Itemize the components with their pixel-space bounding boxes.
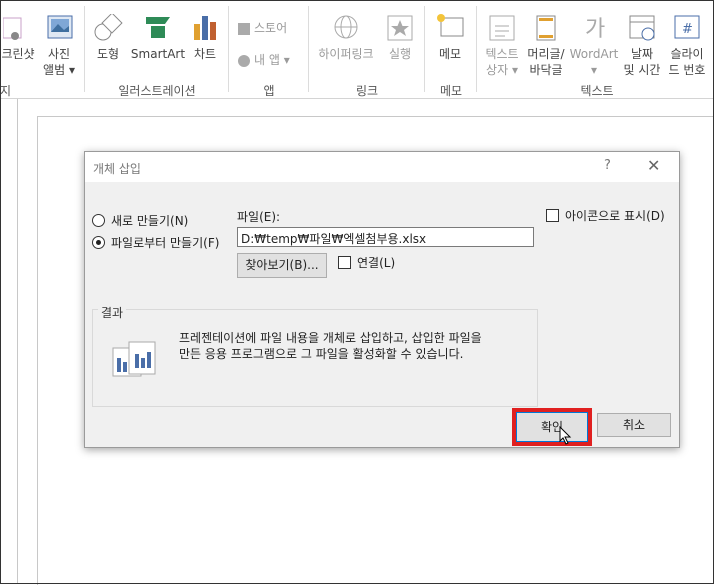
globe-icon (334, 15, 358, 39)
link-checkbox-label[interactable]: 연결(L) (357, 254, 395, 271)
dialog-titlebar: 개체 삽입 ? ✕ (85, 152, 679, 182)
hyperlink-button[interactable]: 하이퍼링크 (312, 14, 380, 62)
store-button[interactable]: 스토어 (238, 20, 287, 36)
file-path-input[interactable]: D:₩temp₩파일₩엑셀첨부용.xlsx (237, 227, 534, 247)
thumbnail-pane-edge (17, 99, 18, 584)
radio-create-new[interactable] (92, 214, 105, 227)
dialog-title: 개체 삽입 (93, 162, 141, 176)
screenshot-label: 크린샷 (1, 47, 35, 61)
header-footer-label-2: 바닥글 (529, 63, 563, 77)
photo-album-label-2: 앨범 ▾ (43, 63, 75, 77)
smartart-label: SmartArt (130, 47, 186, 61)
wordart-button[interactable]: 가 WordArt ▾ (568, 14, 620, 78)
group-label-apps: 앱 (263, 84, 275, 98)
date-time-label-1: 날짜 (630, 47, 654, 61)
shapes-icon (94, 14, 123, 41)
group-label-links: 링크 (355, 84, 379, 98)
help-button[interactable]: ? (604, 158, 611, 173)
comment-icon (437, 14, 464, 37)
star-icon (387, 15, 413, 41)
separator (476, 6, 477, 92)
slide-number-label-2: 드 번호 (668, 63, 706, 77)
screenshot-icon (3, 17, 22, 40)
mouse-pointer-icon (559, 426, 572, 445)
wordart-dropdown: ▾ (590, 63, 598, 77)
date-time-label-2: 및 시간 (623, 63, 661, 77)
display-as-icon-checkbox[interactable] (546, 209, 559, 222)
comment-button[interactable]: 메모 (432, 14, 468, 62)
wordart-icon: 가 (585, 17, 605, 42)
hyperlink-label: 하이퍼링크 (318, 47, 374, 61)
insert-object-dialog: 개체 삽입 ? ✕ 새로 만들기(N) 파일로부터 만들기(F) 파일(E): … (84, 151, 680, 448)
header-footer-label-1: 머리글/ (527, 47, 565, 61)
my-apps-icon (238, 54, 250, 67)
photo-album-label-1: 사진 (47, 47, 71, 61)
chart-icon (194, 16, 216, 40)
display-as-icon-label[interactable]: 아이콘으로 표시(D) (565, 207, 665, 224)
group-label-text: 텍스트 (580, 84, 614, 98)
radio-create-from-file-label[interactable]: 파일로부터 만들기(F) (111, 234, 219, 251)
date-time-button[interactable]: 날짜 및 시간 (620, 14, 664, 78)
separator (84, 6, 85, 92)
photo-album-button[interactable]: 사진 앨범 ▾ (38, 14, 80, 78)
calendar-icon (629, 15, 655, 41)
smartart-button[interactable]: SmartArt (130, 14, 186, 62)
shapes-button[interactable]: 도형 (90, 14, 126, 62)
radio-create-new-label[interactable]: 새로 만들기(N) (111, 212, 188, 229)
cancel-button[interactable]: 취소 (597, 413, 671, 437)
header-footer-button[interactable]: 머리글/ 바닥글 (524, 14, 568, 78)
group-label-illustrations: 일러스트레이션 (118, 84, 196, 98)
smartart-icon (146, 17, 170, 38)
svg-text:#: # (682, 22, 693, 37)
header-footer-icon (536, 15, 556, 41)
action-button[interactable]: 실행 (382, 14, 418, 62)
ribbon-insert-tab: 크린샷 사진 앨범 ▾ 도형 SmartArt 차트 스토어 내 앱 ▾ 하이퍼… (0, 0, 714, 99)
photo-album-icon (47, 15, 73, 39)
wordart-label: WordArt (569, 47, 619, 61)
shapes-label: 도형 (96, 47, 120, 61)
slide-number-icon: # (674, 15, 700, 39)
result-group-title: 결과 (98, 304, 127, 321)
textbox-label-1: 텍스트 (485, 47, 519, 61)
separator (308, 6, 309, 92)
chart-button[interactable]: 차트 (188, 14, 222, 62)
radio-create-from-file[interactable] (92, 236, 105, 249)
textbox-button[interactable]: 텍스트 상자 ▾ (480, 14, 524, 78)
file-field-label: 파일(E): (237, 210, 281, 224)
ok-button-highlight (512, 408, 592, 446)
browse-button[interactable]: 찾아보기(B)... (237, 253, 327, 278)
group-label-comments: 메모 (439, 84, 463, 98)
slide-number-button[interactable]: # 슬라이 드 번호 (664, 14, 710, 78)
close-icon[interactable]: ✕ (647, 156, 660, 175)
textbox-label-2: 상자 ▾ (486, 63, 518, 77)
chart-label: 차트 (193, 47, 217, 61)
textbox-icon (489, 15, 515, 41)
result-description: 프레젠테이션에 파일 내용을 개체로 삽입하고, 삽입한 파일을 만든 응용 프… (179, 331, 482, 361)
slide-number-label-1: 슬라이 (670, 47, 704, 61)
separator (228, 6, 229, 92)
screenshot-button[interactable]: 크린샷 (0, 14, 36, 62)
embedded-object-icon (112, 341, 156, 377)
store-icon (238, 22, 250, 35)
comment-label: 메모 (438, 47, 462, 61)
my-apps-button[interactable]: 내 앱 ▾ (238, 52, 290, 68)
group-label-partial: 지 (0, 84, 12, 98)
link-checkbox[interactable] (338, 256, 351, 269)
separator (424, 6, 425, 92)
action-label: 실행 (388, 47, 412, 61)
svg-text:가: 가 (585, 17, 605, 42)
